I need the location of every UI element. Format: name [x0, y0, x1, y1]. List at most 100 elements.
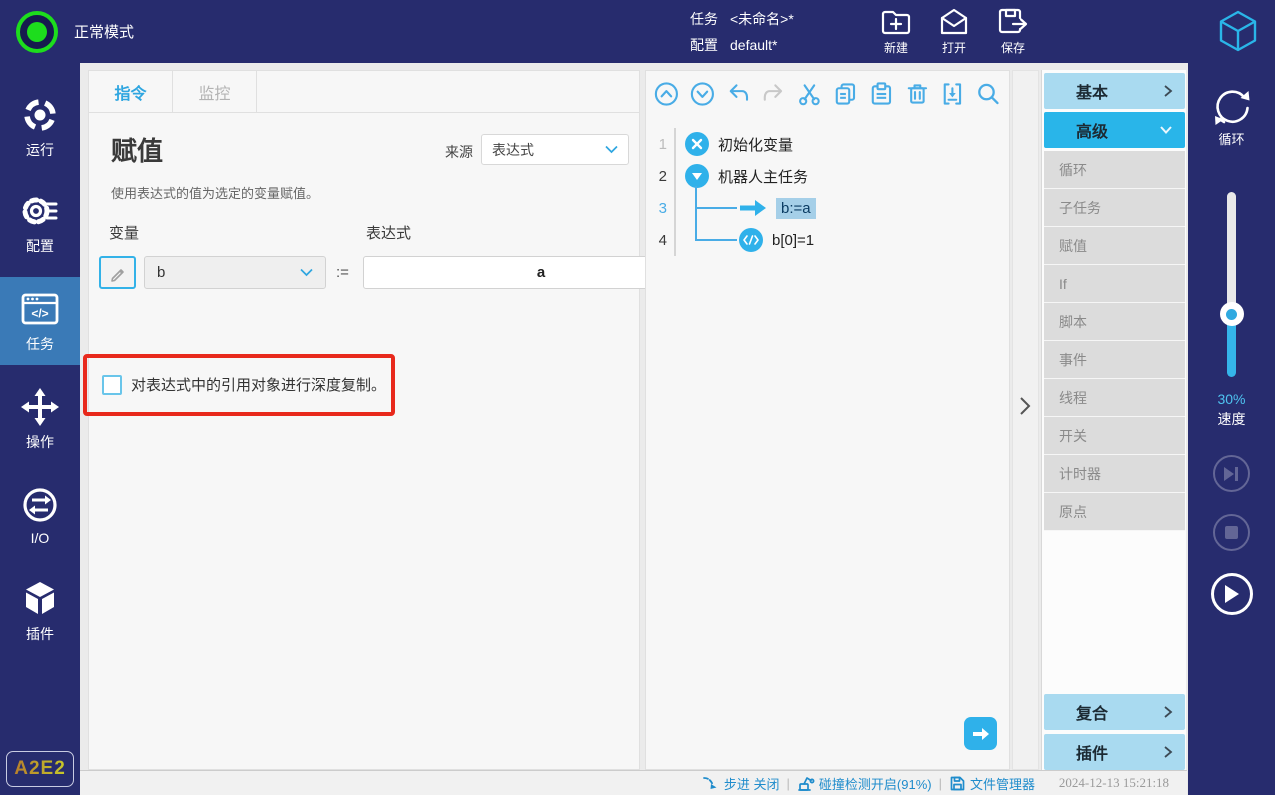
save-task-label: 保存 — [1001, 39, 1025, 56]
tree-row-label: 初始化变量 — [718, 134, 793, 155]
delete-button[interactable] — [904, 80, 931, 108]
instruction-item-loop[interactable]: 循环 — [1044, 151, 1185, 189]
search-button[interactable] — [975, 80, 1002, 108]
sidebar-io-label: I/O — [31, 530, 50, 546]
sidebar-run-label: 运行 — [26, 140, 54, 160]
move-up-button[interactable] — [653, 80, 680, 108]
advanced-instruction-list: 循环 子任务 赋值 If 脚本 事件 线程 开关 计时器 原点 — [1044, 151, 1185, 531]
tree-row-main-task[interactable]: 机器人主任务 — [676, 160, 1009, 192]
sidebar-item-task[interactable]: </> 任务 — [0, 277, 80, 365]
clock-timestamp: 2024-12-13 15:21:18 — [1041, 770, 1187, 795]
line-number: 2 — [646, 160, 674, 192]
source-label: 来源 — [445, 142, 473, 162]
expression-label: 表达式 — [366, 222, 411, 243]
instruction-item-subtask[interactable]: 子任务 — [1044, 189, 1185, 227]
config-label: 配置 — [690, 37, 718, 53]
left-nav-sidebar: 运行 配置 </> 任务 操作 I/O 插件 A2E2 — [0, 63, 80, 795]
collision-detection-label: 碰撞检测开启(91%) — [819, 774, 932, 793]
source-dropdown[interactable]: 表达式 — [481, 134, 629, 165]
chevron-down-icon — [605, 145, 618, 154]
undo-button[interactable] — [725, 80, 752, 108]
mode-label: 正常模式 — [74, 21, 134, 42]
deep-copy-checkbox-label: 对表达式中的引用对象进行深度复制。 — [131, 374, 386, 395]
instruction-item-origin[interactable]: 原点 — [1044, 493, 1185, 531]
play-button[interactable] — [1211, 573, 1253, 615]
category-composite[interactable]: 复合 — [1044, 694, 1185, 730]
chevron-right-icon — [1163, 745, 1173, 759]
save-icon — [996, 6, 1030, 36]
new-task-button[interactable]: 新建 — [880, 6, 912, 56]
move-down-button[interactable] — [689, 80, 716, 108]
collision-detection-status[interactable]: 碰撞检测开启(91%) — [797, 774, 932, 793]
category-plugin[interactable]: 插件 — [1044, 734, 1185, 770]
tree-row-label: b:=a — [776, 198, 816, 219]
instruction-item-event[interactable]: 事件 — [1044, 341, 1185, 379]
robot-model-badge[interactable]: A2E2 — [6, 751, 74, 787]
tree-row-init-variables[interactable]: 初始化变量 — [676, 128, 1009, 160]
sidebar-item-operate[interactable]: 操作 — [0, 377, 80, 461]
run-control-sidebar: 循环 30% 速度 — [1188, 63, 1275, 795]
collapse-node-icon — [685, 164, 709, 188]
open-task-button[interactable]: 打开 — [938, 6, 970, 56]
cut-button[interactable] — [796, 80, 823, 108]
chevron-right-icon — [1163, 705, 1173, 719]
category-advanced[interactable]: 高级 — [1044, 112, 1185, 148]
instruction-item-thread[interactable]: 线程 — [1044, 379, 1185, 417]
insert-collapse-button[interactable] — [939, 80, 966, 108]
tab-instruction[interactable]: 指令 — [89, 71, 173, 112]
assign-operator: := — [336, 264, 349, 281]
chevron-down-icon — [300, 268, 313, 277]
category-basic[interactable]: 基本 — [1044, 73, 1185, 109]
variable-dropdown[interactable]: b — [144, 256, 326, 289]
panel-expander-strip — [1012, 70, 1039, 770]
current-line-arrow-icon — [739, 199, 767, 217]
step-button[interactable] — [1213, 455, 1250, 492]
play-icon — [1224, 585, 1239, 603]
instruction-item-script[interactable]: 脚本 — [1044, 303, 1185, 341]
sidebar-item-plugin[interactable]: 插件 — [0, 569, 80, 653]
category-composite-label: 复合 — [1076, 700, 1108, 724]
paste-button[interactable] — [868, 80, 895, 108]
open-task-label: 打开 — [942, 39, 966, 56]
sidebar-item-io[interactable]: I/O — [0, 473, 80, 557]
robot-status-indicator[interactable] — [16, 11, 58, 53]
file-manager-icon — [949, 775, 966, 792]
line-number: 4 — [646, 224, 674, 256]
redo-button[interactable] — [760, 80, 787, 108]
edit-variable-button[interactable] — [99, 256, 136, 289]
speed-slider[interactable] — [1227, 192, 1236, 377]
step-mode-status[interactable]: 步进 关闭 — [703, 774, 780, 793]
brand-logo — [1215, 8, 1261, 59]
instruction-item-switch[interactable]: 开关 — [1044, 417, 1185, 455]
category-advanced-label: 高级 — [1076, 118, 1108, 142]
instruction-item-timer[interactable]: 计时器 — [1044, 455, 1185, 493]
collision-detection-icon — [797, 775, 815, 792]
instruction-item-assignment[interactable]: 赋值 — [1044, 227, 1185, 265]
copy-button[interactable] — [832, 80, 859, 108]
step-forward-icon — [1224, 467, 1239, 481]
stop-button[interactable] — [1213, 514, 1250, 551]
init-variables-icon — [685, 132, 709, 156]
expand-panel-chevron[interactable] — [1019, 396, 1032, 416]
arrow-right-icon — [972, 727, 990, 741]
next-page-button[interactable] — [964, 717, 997, 750]
sidebar-plugin-label: 插件 — [26, 624, 54, 644]
instruction-item-if[interactable]: If — [1044, 265, 1185, 303]
program-tree-panel: 1 2 3 4 初始化变量 机器人主任务 b:=a — [645, 70, 1010, 770]
sidebar-item-run[interactable]: 运行 — [0, 85, 80, 169]
line-number-gutter: 1 2 3 4 — [646, 128, 676, 256]
status-green-dot-icon — [27, 22, 47, 42]
deep-copy-checkbox[interactable] — [102, 375, 122, 395]
loop-mode-toggle[interactable]: 循环 — [1210, 87, 1254, 148]
task-config-info: 任务<未命名>* 配置default* — [690, 6, 794, 58]
speed-slider-thumb[interactable] — [1220, 302, 1244, 326]
sidebar-item-config[interactable]: 配置 — [0, 181, 80, 265]
instruction-description: 使用表达式的值为选定的变量赋值。 — [111, 183, 319, 202]
speed-percent-value: 30% — [1217, 391, 1245, 407]
save-task-button[interactable]: 保存 — [996, 6, 1030, 56]
pencil-icon — [109, 264, 127, 282]
tree-connector-horizontal — [695, 207, 737, 209]
tab-monitor[interactable]: 监控 — [173, 71, 257, 112]
sidebar-config-label: 配置 — [26, 236, 54, 256]
file-manager-status[interactable]: 文件管理器 — [949, 774, 1035, 793]
